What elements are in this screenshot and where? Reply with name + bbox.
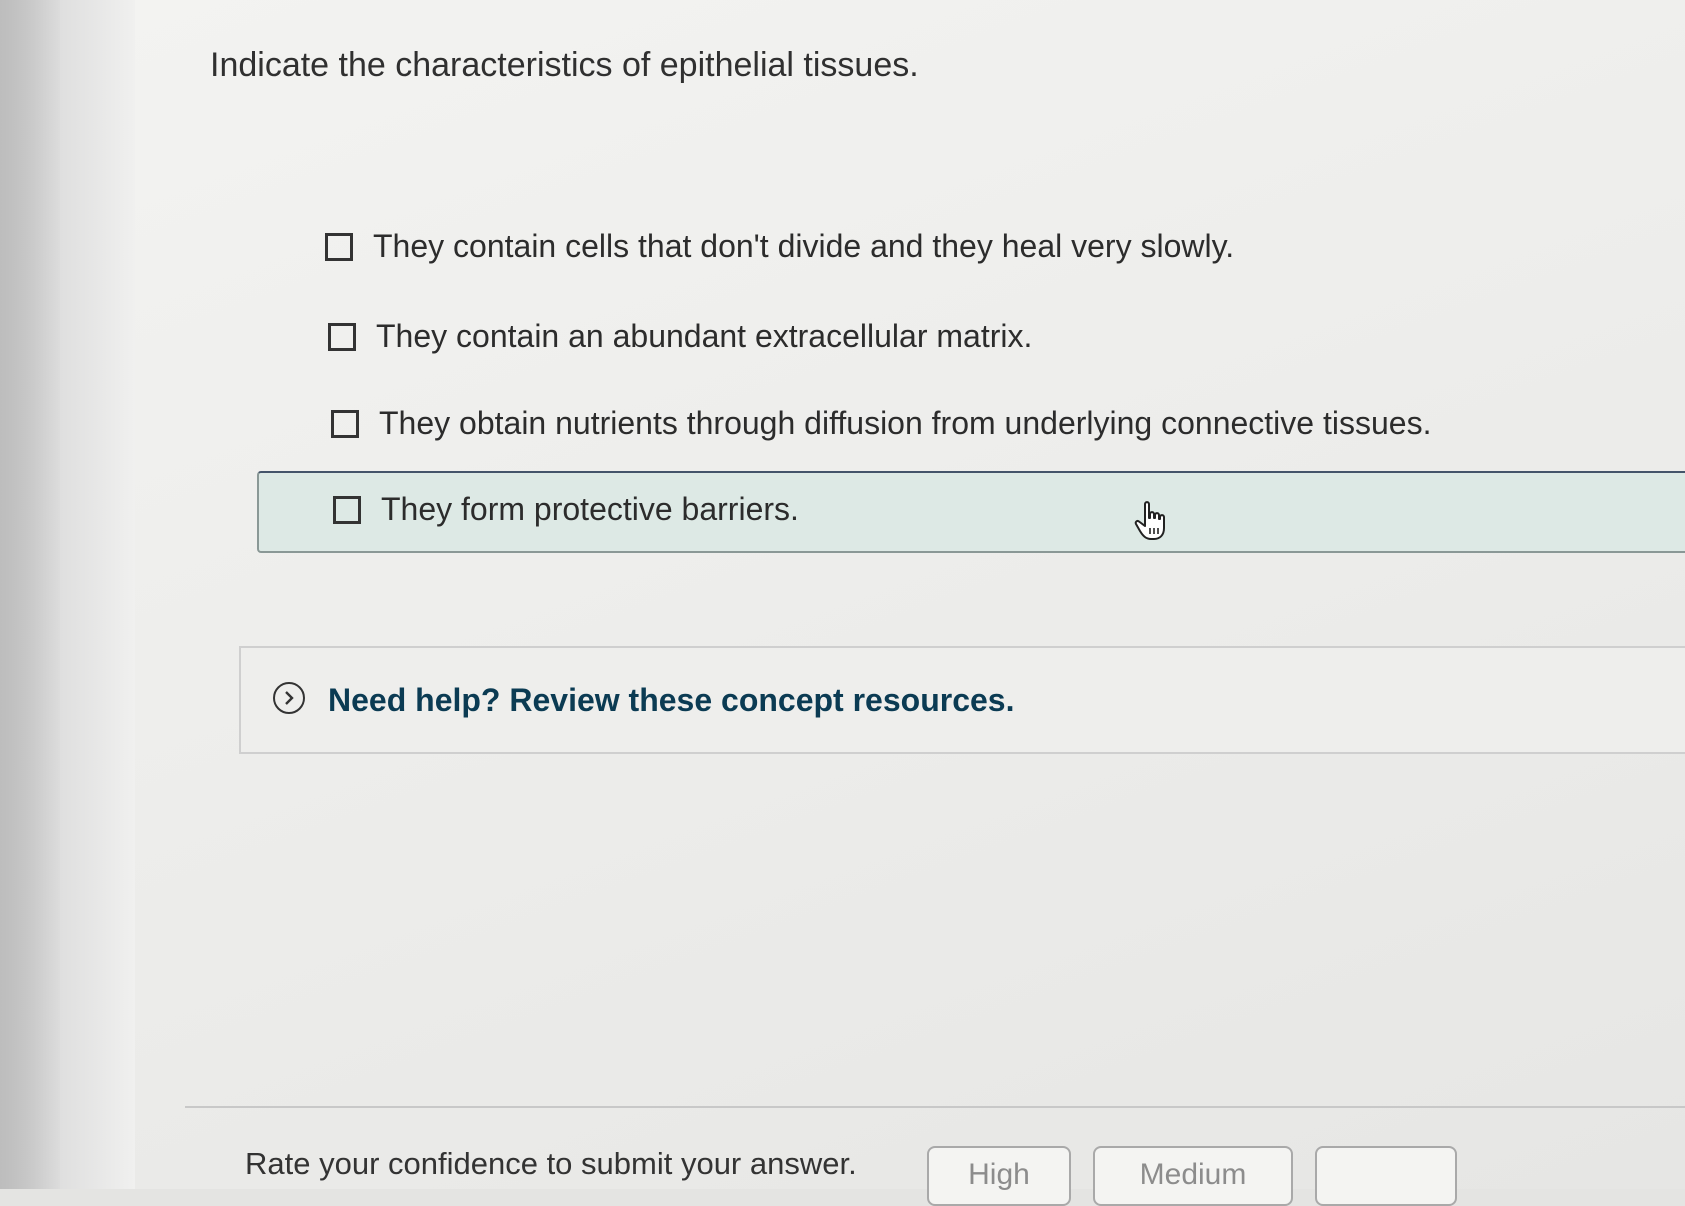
left-rail <box>0 0 135 1189</box>
confidence-high-button[interactable]: High <box>927 1146 1071 1206</box>
option-4[interactable]: They form protective barriers. <box>333 491 799 528</box>
checkbox-option-3[interactable] <box>331 409 359 438</box>
option-4-label: They form protective barriers. <box>381 491 799 527</box>
question-prompt: Indicate the characteristics of epitheli… <box>210 46 919 84</box>
chevron-right-circle-icon[interactable] <box>273 682 305 714</box>
option-3[interactable]: They obtain nutrients through diffusion … <box>331 405 1431 442</box>
option-3-label: They obtain nutrients through diffusion … <box>379 405 1432 441</box>
footer-divider <box>185 1106 1685 1108</box>
option-2[interactable]: They contain an abundant extracellular m… <box>328 318 1032 355</box>
hand-pointer-cursor-icon <box>1134 501 1165 540</box>
checkbox-option-1[interactable] <box>325 232 353 261</box>
question-page: Indicate the characteristics of epitheli… <box>135 0 1685 1206</box>
checkbox-option-2[interactable] <box>328 322 356 351</box>
option-2-label: They contain an abundant extracellular m… <box>376 318 1033 354</box>
checkbox-option-4[interactable] <box>333 495 361 524</box>
confidence-low-button[interactable] <box>1315 1146 1457 1206</box>
option-1-label: They contain cells that don't divide and… <box>373 228 1235 264</box>
confidence-prompt: Rate your confidence to submit your answ… <box>245 1146 857 1181</box>
option-1[interactable]: They contain cells that don't divide and… <box>325 228 1234 265</box>
confidence-medium-button[interactable]: Medium <box>1093 1146 1293 1206</box>
help-resources-link[interactable]: Need help? Review these concept resource… <box>328 682 1014 719</box>
